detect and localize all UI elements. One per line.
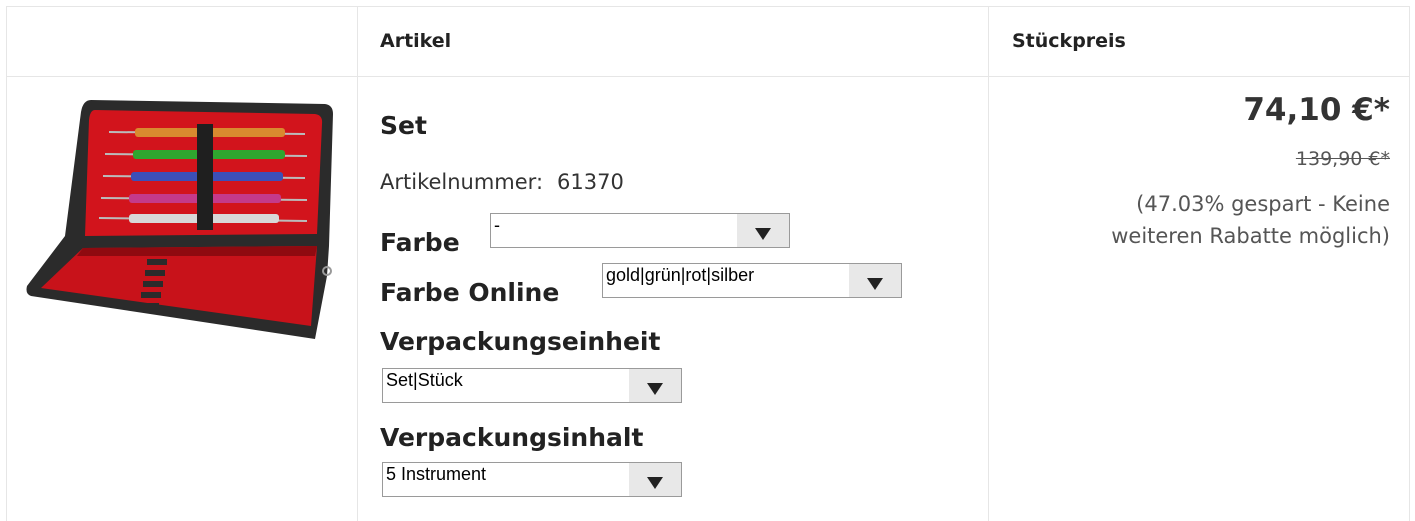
column-header-stueckpreis: Stückpreis [1012,30,1126,52]
farbe-online-select[interactable]: gold|grün|rot|silber [602,263,902,298]
verpackungsinhalt-select[interactable]: 5 Instrument [382,462,682,497]
option-label-verpackungsinhalt: Verpackungsinhalt [380,423,644,452]
table-left-border [6,6,7,521]
product-name: Set [380,111,427,140]
farbe-select-arrow[interactable] [737,214,789,247]
farbe-select-value: - [494,215,500,235]
verpackungseinheit-select-value: Set|Stück [386,370,463,390]
farbe-select[interactable]: - [490,213,790,248]
header-divider [6,76,1410,77]
chevron-down-icon [755,228,771,240]
option-label-farbe-online: Farbe Online [380,278,560,307]
table-right-border [1409,6,1410,521]
verpackungseinheit-select[interactable]: Set|Stück [382,368,682,403]
verpackungseinheit-select-arrow[interactable] [629,369,681,402]
article-number-label: Artikelnummer: [380,170,544,194]
chevron-down-icon [867,278,883,290]
price-savings-note: (47.03% gespart - Keine weiteren Rabatte… [1111,192,1390,248]
table-top-border [6,6,1410,7]
option-label-verpackungseinheit: Verpackungseinheit [380,327,661,356]
price-current: 74,10 €* [1243,92,1390,128]
verpackungsinhalt-select-value: 5 Instrument [386,464,487,484]
column-divider-1 [357,6,358,521]
verpackungsinhalt-select-arrow[interactable] [629,463,681,496]
instrument-case-image[interactable] [25,96,337,342]
article-number-row: Artikelnummer: 61370 [380,170,624,194]
price-old: 139,90 €* [1295,148,1390,170]
chevron-down-icon [647,477,663,489]
column-header-artikel: Artikel [380,30,452,52]
farbe-online-select-arrow[interactable] [849,264,901,297]
article-number-value: 61370 [557,170,624,194]
column-divider-2 [988,6,989,521]
farbe-online-select-value: gold|grün|rot|silber [606,265,755,285]
option-label-farbe: Farbe [380,228,460,257]
chevron-down-icon [647,383,663,395]
